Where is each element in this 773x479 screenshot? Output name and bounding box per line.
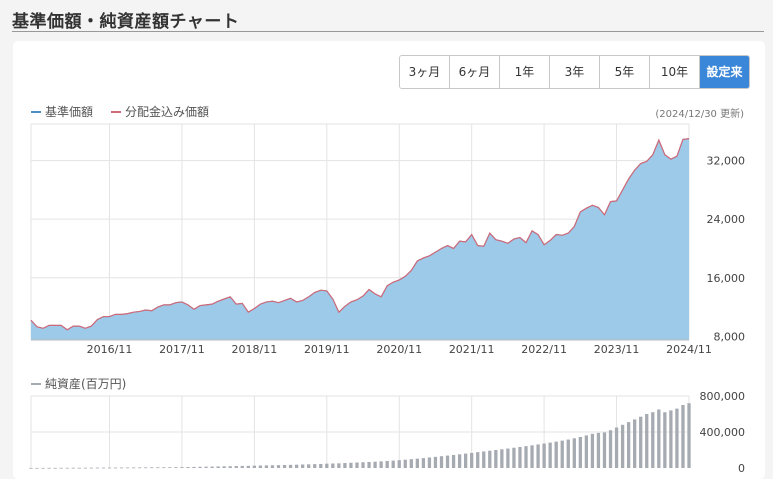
tab-1-year[interactable]: 1年 <box>500 56 550 88</box>
tab-3-months[interactable]: 3ヶ月 <box>400 56 450 88</box>
tab-6-months[interactable]: 6ヶ月 <box>450 56 500 88</box>
legend-nav-label: 基準価額 <box>45 105 94 119</box>
price-legend: 基準価額 分配金込み価額 <box>31 103 227 120</box>
dist-line-swatch <box>111 110 122 113</box>
tab-5-years[interactable]: 5年 <box>600 56 650 88</box>
nav-line-swatch <box>31 110 41 113</box>
tab-10-years[interactable]: 10年 <box>650 56 700 88</box>
page-title: 基準価額・純資産額チャート <box>12 12 240 32</box>
update-date: (2024/12/30 更新) <box>655 109 744 120</box>
tab-3-years[interactable]: 3年 <box>550 56 600 88</box>
legend-dist-label: 分配金込み価額 <box>125 105 210 119</box>
legend-item-dist: 分配金込み価額 <box>111 103 209 120</box>
legend-item-assets: 純資産(百万円) <box>31 375 126 392</box>
assets-swatch <box>31 382 41 385</box>
title-divider <box>12 31 764 32</box>
legend-assets-label: 純資産(百万円) <box>45 377 127 391</box>
assets-legend: 純資産(百万円) <box>31 375 144 392</box>
legend-item-nav: 基準価額 <box>31 103 93 120</box>
tab-since-inception[interactable]: 設定来 <box>700 56 749 88</box>
range-tab-group: 3ヶ月 6ヶ月 1年 3年 5年 10年 設定来 <box>399 55 750 89</box>
